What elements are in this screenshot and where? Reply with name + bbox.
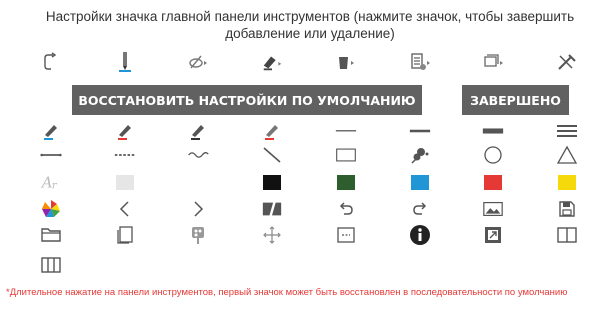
circle-icon[interactable] (482, 145, 504, 165)
done-button[interactable]: ЗАВЕРШЕНО (462, 85, 569, 115)
pen-gray-icon[interactable] (261, 121, 283, 141)
pen-dark-icon[interactable] (187, 121, 209, 141)
wave-icon[interactable] (187, 145, 210, 165)
thick-line-icon[interactable] (482, 121, 504, 141)
pen-holder-icon[interactable] (114, 52, 136, 72)
yellow-swatch[interactable] (556, 172, 578, 192)
page-arrow-icon[interactable] (409, 52, 431, 72)
blue-swatch[interactable] (409, 172, 431, 192)
three-columns-icon[interactable] (40, 255, 62, 275)
folder-icon[interactable] (40, 225, 62, 245)
pen-red-icon[interactable] (114, 121, 136, 141)
current-toolbar-icons (14, 50, 604, 74)
copy-pages-icon[interactable] (114, 225, 136, 245)
menu-lines-icon[interactable] (556, 121, 578, 141)
svg-text:A: A (40, 175, 52, 192)
triangle-icon[interactable] (556, 145, 578, 165)
icon-grid-row (14, 120, 604, 142)
thin-line-icon[interactable] (335, 121, 357, 141)
color-wheel-icon[interactable] (40, 199, 62, 219)
eraser-arrow-icon[interactable] (187, 52, 209, 72)
restore-defaults-button[interactable]: ВОССТАНОВИТЬ НАСТРОЙКИ ПО УМОЛЧАНИЮ (72, 85, 422, 115)
text-style-icon[interactable]: Ar (40, 172, 62, 192)
page-title: Настройки значка главной панели инструме… (45, 9, 575, 41)
save-icon[interactable] (556, 199, 578, 219)
chevron-left-icon[interactable] (114, 199, 136, 219)
dark-green-swatch[interactable] (335, 172, 357, 192)
redo-icon[interactable] (409, 199, 431, 219)
redo-outline-icon[interactable] (40, 52, 62, 72)
icon-grid-row (14, 198, 604, 220)
svg-text:r: r (52, 180, 58, 191)
bucket-arrow-icon[interactable] (335, 52, 357, 72)
layers-arrow-icon[interactable] (482, 52, 504, 72)
dashed-stroke-icon[interactable] (114, 145, 136, 165)
image-icon[interactable] (482, 199, 504, 219)
footnote-text: *Длительное нажатие на панели инструмент… (6, 287, 568, 298)
export-icon[interactable] (482, 225, 504, 245)
black-swatch[interactable] (261, 172, 283, 192)
shape-fill-icon[interactable] (409, 145, 431, 165)
rectangle-icon[interactable] (335, 145, 357, 165)
icon-grid-row (14, 224, 604, 246)
image-edit-icon[interactable] (261, 199, 283, 219)
undo-icon[interactable] (335, 199, 357, 219)
chevron-right-icon[interactable] (187, 199, 209, 219)
solid-stroke-icon[interactable] (40, 145, 62, 165)
pen-blue-icon[interactable] (40, 121, 62, 141)
medium-line-icon[interactable] (409, 121, 431, 141)
icon-grid-row (14, 144, 604, 166)
palette-icon[interactable] (187, 225, 209, 245)
highlighter-arrow-icon[interactable] (261, 52, 283, 72)
icon-grid-row: Ar (14, 171, 604, 193)
text-box-icon[interactable] (335, 225, 357, 245)
diagonal-line-icon[interactable] (261, 145, 283, 165)
icon-grid-row (14, 254, 604, 276)
white-swatch[interactable] (187, 172, 209, 192)
tools-icon[interactable] (556, 52, 578, 72)
info-icon[interactable] (409, 225, 431, 245)
light-gray-swatch[interactable] (114, 172, 136, 192)
red-swatch[interactable] (482, 172, 504, 192)
two-columns-icon[interactable] (556, 225, 578, 245)
move-icon[interactable] (261, 225, 283, 245)
